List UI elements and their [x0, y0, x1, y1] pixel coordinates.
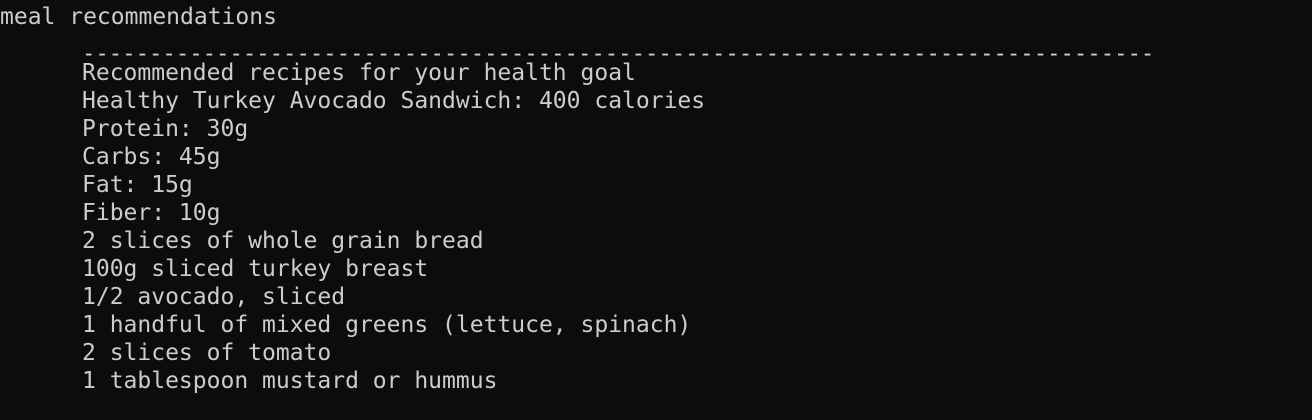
ingredient-item: 1 tablespoon mustard or hummus — [82, 368, 498, 394]
nutrition-fiber: Fiber: 10g — [82, 200, 221, 226]
ingredient-item: 1/2 avocado, sliced — [82, 284, 346, 310]
output-heading: Recommended recipes for your health goal — [82, 60, 636, 86]
ingredient-item: 100g sliced turkey breast — [82, 256, 429, 282]
command-line: meal recommendations — [0, 4, 277, 30]
ingredient-item: 2 slices of tomato — [82, 340, 332, 366]
terminal-window[interactable]: meal recommendations -------------------… — [0, 0, 1312, 414]
nutrition-carbs: Carbs: 45g — [82, 144, 221, 170]
ingredient-item: 1 handful of mixed greens (lettuce, spin… — [82, 312, 692, 338]
nutrition-fat: Fat: 15g — [82, 172, 193, 198]
recipe-title: Healthy Turkey Avocado Sandwich: 400 cal… — [82, 88, 706, 114]
ingredient-item: 2 slices of whole grain bread — [82, 228, 484, 254]
nutrition-protein: Protein: 30g — [82, 116, 249, 142]
